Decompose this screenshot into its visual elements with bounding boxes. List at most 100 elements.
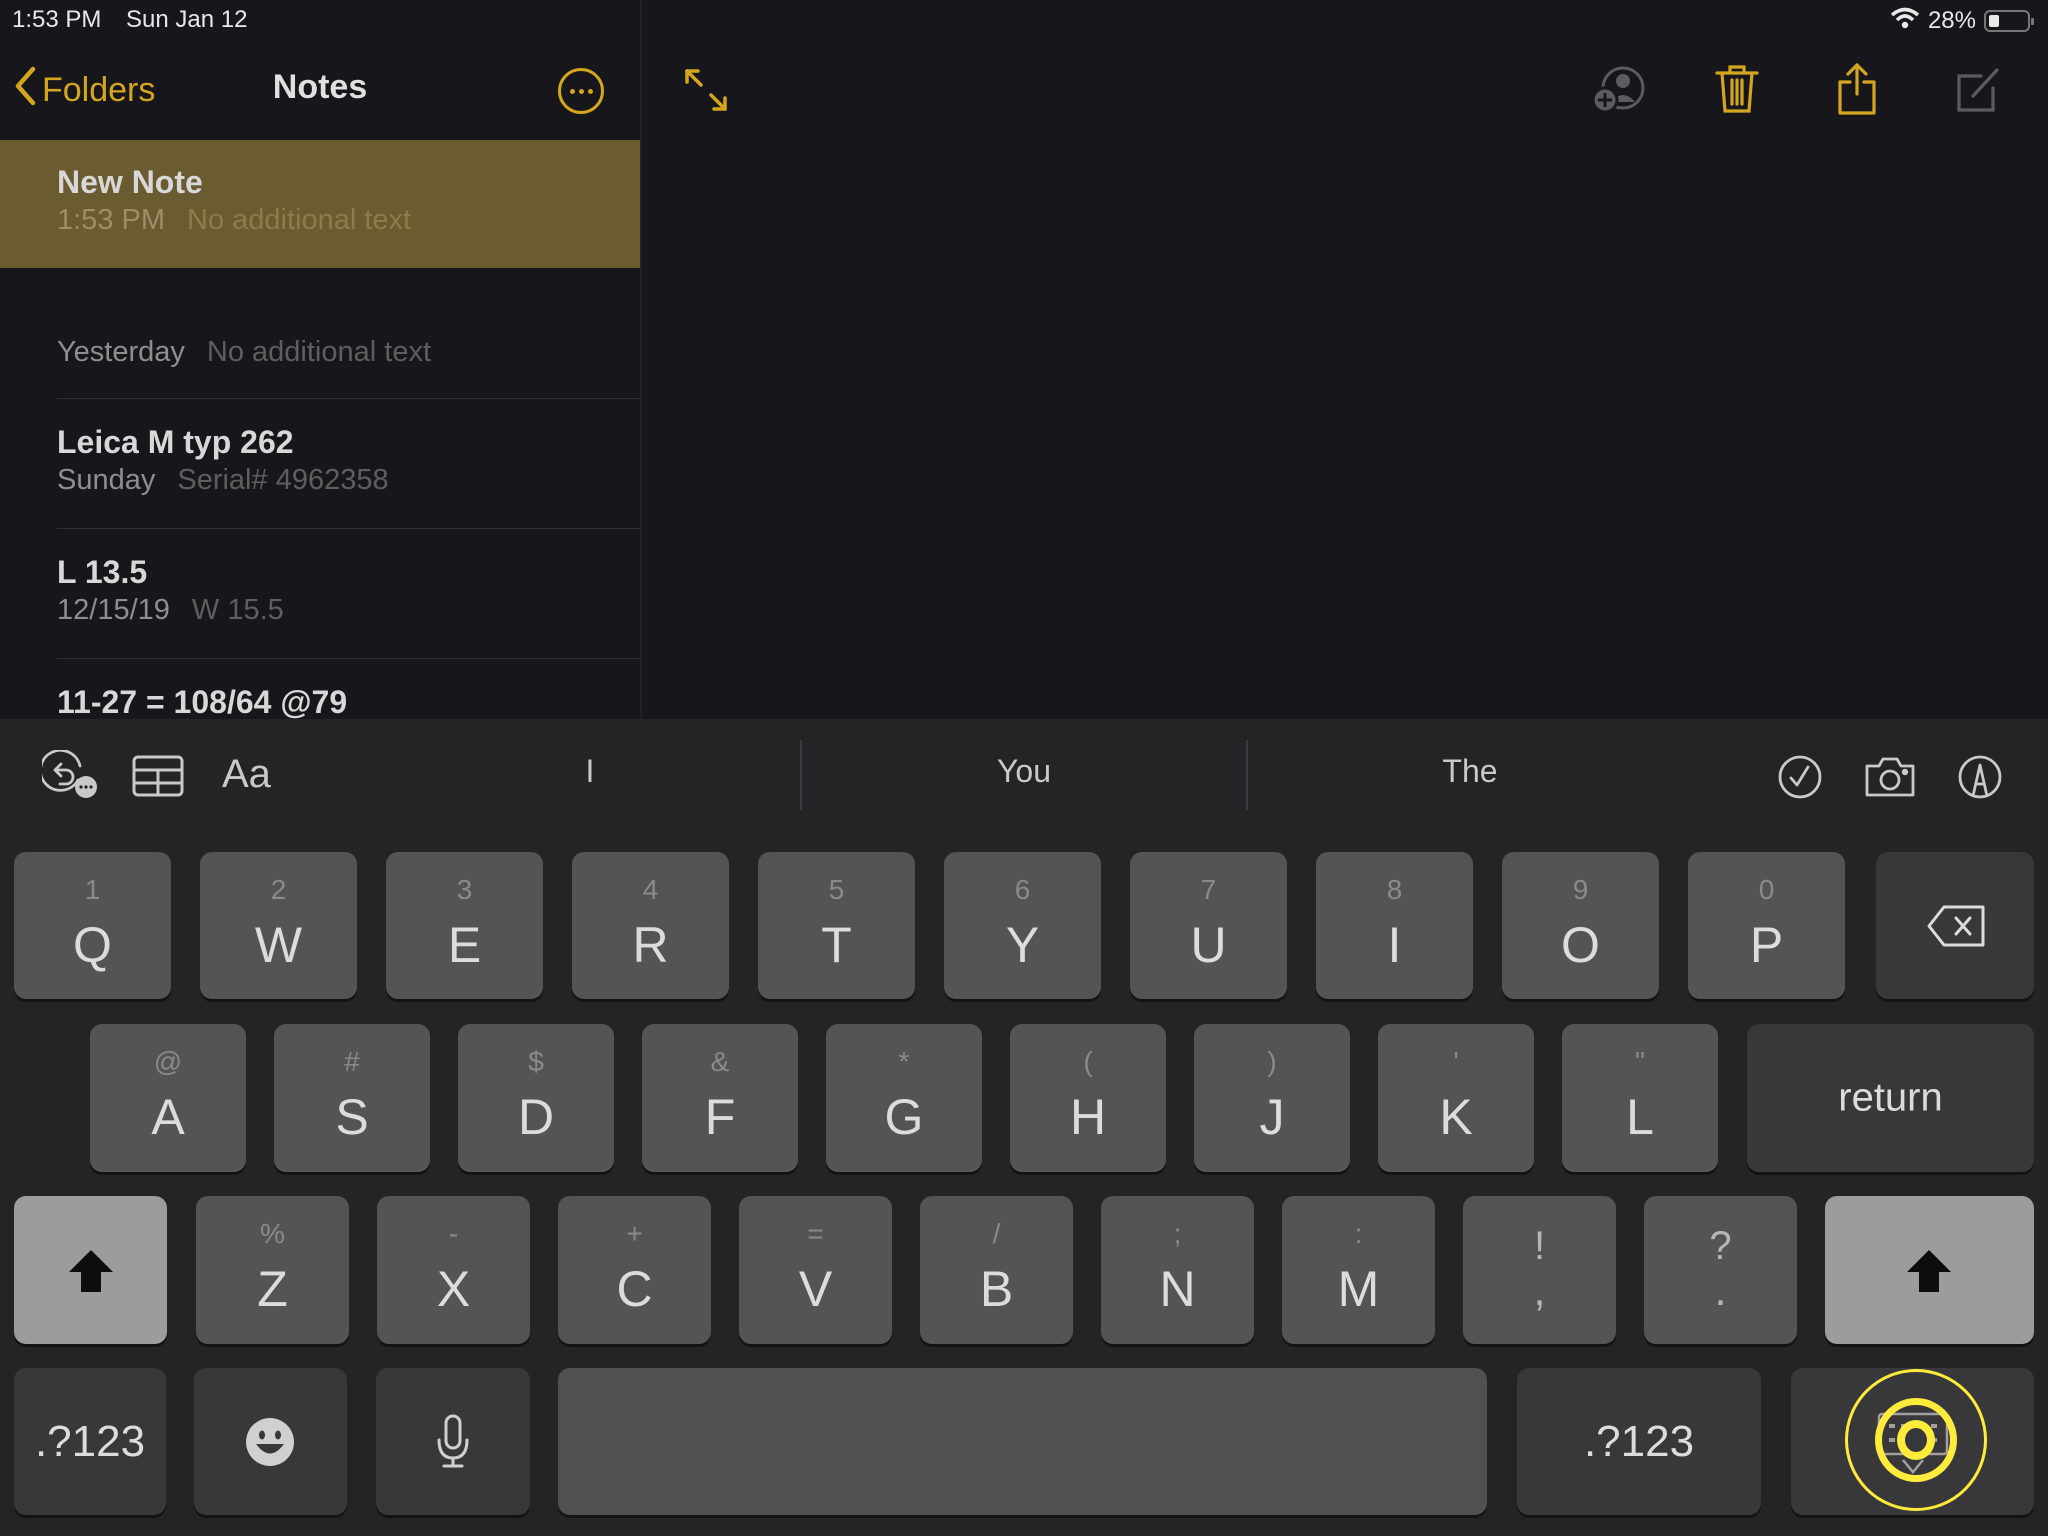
suggestion-2[interactable]: You bbox=[802, 753, 1246, 797]
shift-key-right[interactable] bbox=[1825, 1196, 2034, 1344]
key-p[interactable]: 0P bbox=[1688, 852, 1845, 999]
key-k[interactable]: ' K bbox=[1378, 1024, 1534, 1172]
add-person-icon[interactable] bbox=[1591, 64, 1647, 121]
note-preview: W 15.5 bbox=[191, 594, 284, 626]
key-alt-label: ; bbox=[1173, 1218, 1182, 1249]
key-alt-label: + bbox=[626, 1218, 643, 1249]
note-date: Yesterday bbox=[57, 336, 185, 368]
key-c[interactable]: + C bbox=[558, 1196, 711, 1344]
key-comma[interactable]: !, bbox=[1463, 1196, 1616, 1344]
key-m[interactable]: :M bbox=[1282, 1196, 1435, 1344]
key-y[interactable]: 6Y bbox=[944, 852, 1101, 999]
key-alt-label: 3 bbox=[456, 874, 473, 905]
key-alt-label: 7 bbox=[1200, 874, 1217, 905]
key-v[interactable]: = V bbox=[739, 1196, 892, 1344]
key-main-label: L bbox=[1626, 1089, 1654, 1145]
key-alt-label: : bbox=[1354, 1218, 1363, 1249]
note-item-selected[interactable]: New Note 1:53 PM No additional text bbox=[0, 140, 640, 268]
key-r[interactable]: 4R bbox=[572, 852, 729, 999]
key-main-label: H bbox=[1069, 1089, 1107, 1145]
space-bar[interactable] bbox=[558, 1368, 1487, 1515]
return-key[interactable]: return bbox=[1747, 1024, 2034, 1172]
key-w[interactable]: 2W bbox=[200, 852, 357, 999]
back-to-folders-button[interactable]: Folders bbox=[14, 66, 155, 115]
key-g[interactable]: * G bbox=[826, 1024, 982, 1172]
return-label: return bbox=[1838, 1075, 1943, 1120]
key-f[interactable]: & F bbox=[642, 1024, 798, 1172]
key-alt-label: # bbox=[344, 1046, 360, 1077]
key-x[interactable]: -X bbox=[377, 1196, 530, 1344]
key-o[interactable]: 9O bbox=[1502, 852, 1659, 999]
more-options-button[interactable] bbox=[558, 68, 604, 114]
battery-icon bbox=[1984, 10, 2034, 32]
key-q[interactable]: 1Q bbox=[14, 852, 171, 999]
checklist-icon[interactable] bbox=[1777, 754, 1823, 805]
key-alt-label: @ bbox=[153, 1046, 183, 1077]
key-main-label: E bbox=[447, 917, 482, 973]
note-item[interactable]: Yesterday No additional text bbox=[57, 336, 640, 369]
key-alt-label: 9 bbox=[1572, 874, 1589, 905]
key-main-label: G bbox=[884, 1089, 924, 1145]
expand-icon[interactable] bbox=[684, 68, 728, 117]
format-text-button[interactable]: Aa bbox=[222, 752, 271, 797]
key-h[interactable]: (H bbox=[1010, 1024, 1166, 1172]
shift-key-left[interactable] bbox=[14, 1196, 167, 1344]
key-i[interactable]: 8I bbox=[1316, 852, 1473, 999]
key-alt-label: * bbox=[898, 1046, 910, 1077]
suggestion-3[interactable]: The bbox=[1248, 753, 1692, 797]
emoji-key[interactable] bbox=[194, 1368, 347, 1515]
key-main-label: T bbox=[821, 917, 852, 973]
list-separator bbox=[57, 528, 640, 529]
delete-icon bbox=[1926, 904, 1988, 953]
key-main-label: . bbox=[1714, 1266, 1727, 1315]
numbers-key-left[interactable]: .?123 bbox=[14, 1368, 166, 1515]
camera-icon[interactable] bbox=[1864, 756, 1916, 803]
key-t[interactable]: 5T bbox=[758, 852, 915, 999]
key-alt-label: % bbox=[260, 1218, 285, 1249]
key-main-label: U bbox=[1190, 917, 1227, 973]
table-icon[interactable] bbox=[132, 755, 184, 802]
note-title: New Note bbox=[57, 164, 203, 200]
key-main-label: Y bbox=[1005, 917, 1040, 973]
key-main-label: B bbox=[979, 1261, 1014, 1317]
key-l[interactable]: " L bbox=[1562, 1024, 1718, 1172]
key-s[interactable]: # S bbox=[274, 1024, 430, 1172]
key-j[interactable]: ) J bbox=[1194, 1024, 1350, 1172]
key-alt-label: $ bbox=[528, 1046, 544, 1077]
note-title: Leica M typ 262 bbox=[57, 424, 294, 460]
undo-more-icon[interactable] bbox=[39, 748, 100, 805]
key-z[interactable]: % Z bbox=[196, 1196, 349, 1344]
numbers-label: .?123 bbox=[34, 1416, 146, 1466]
sidebar-title-text: Notes bbox=[272, 68, 368, 106]
dismiss-keyboard-key[interactable] bbox=[1791, 1368, 2034, 1515]
note-item[interactable]: 11-27 = 108/64 @79 bbox=[57, 684, 640, 724]
note-date: 12/15/19 bbox=[57, 594, 170, 626]
key-a[interactable]: @ A bbox=[90, 1024, 246, 1172]
delete-key[interactable] bbox=[1876, 852, 2034, 999]
note-item[interactable]: L 13.5 12/15/19 W 15.5 bbox=[57, 554, 640, 627]
more-dot bbox=[587, 88, 593, 94]
key-e[interactable]: 3E bbox=[386, 852, 543, 999]
markup-pen-icon[interactable] bbox=[1957, 754, 2003, 805]
dictation-key[interactable] bbox=[376, 1368, 530, 1515]
key-alt-label: 8 bbox=[1386, 874, 1403, 905]
key-main-label: X bbox=[436, 1261, 471, 1317]
trash-icon[interactable] bbox=[1715, 64, 1759, 119]
key-period[interactable]: ?. bbox=[1644, 1196, 1797, 1344]
key-alt-label: = bbox=[807, 1218, 824, 1249]
note-preview: Serial# 4962358 bbox=[177, 464, 389, 496]
suggestion-1[interactable]: I bbox=[380, 753, 800, 797]
key-u[interactable]: 7U bbox=[1130, 852, 1287, 999]
key-main-label: Q bbox=[73, 917, 112, 973]
key-main-label: P bbox=[1749, 917, 1784, 973]
note-item[interactable]: Leica M typ 262 Sunday Serial# 4962358 bbox=[57, 424, 640, 497]
key-n[interactable]: ; N bbox=[1101, 1196, 1254, 1344]
key-d[interactable]: $ D bbox=[458, 1024, 614, 1172]
note-preview: No additional text bbox=[206, 336, 432, 368]
wifi-icon bbox=[1890, 6, 1920, 37]
share-icon[interactable] bbox=[1836, 62, 1878, 121]
key-alt-label: - bbox=[448, 1218, 459, 1249]
key-b[interactable]: / B bbox=[920, 1196, 1073, 1344]
numbers-key-right[interactable]: .?123 bbox=[1517, 1368, 1761, 1515]
compose-icon[interactable] bbox=[1955, 66, 2001, 119]
